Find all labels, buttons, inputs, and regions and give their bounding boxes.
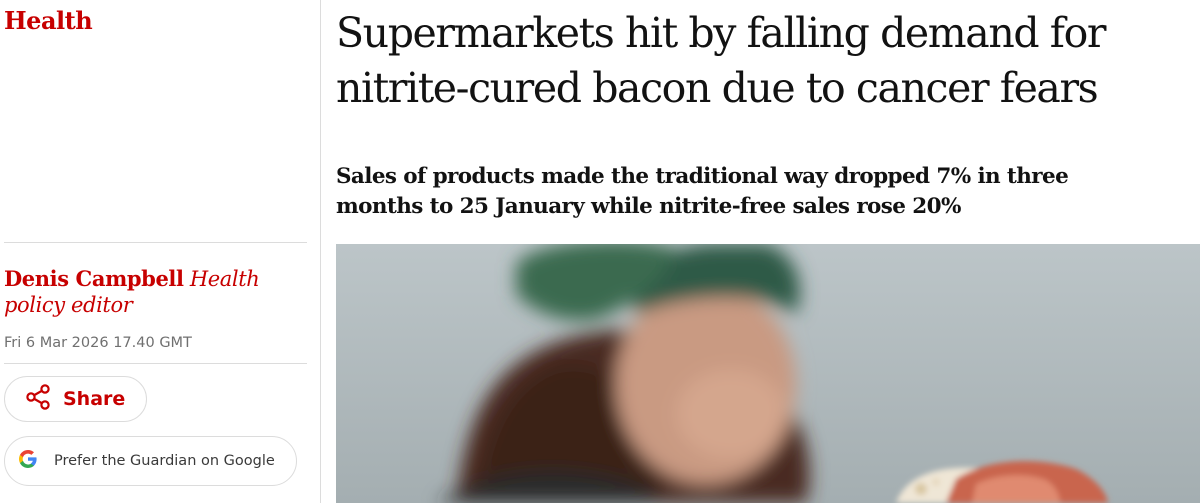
author-link[interactable]: Denis Campbell <box>4 266 184 291</box>
article-main-image <box>336 244 1200 503</box>
photo-illustration <box>336 244 1200 503</box>
google-preference-label: Prefer the Guardian on Google <box>54 453 275 469</box>
article-standfirst: Sales of products made the traditional w… <box>336 164 1069 219</box>
share-icon <box>25 383 51 415</box>
publish-date: Fri 6 Mar 2026 17.40 GMT <box>4 335 192 351</box>
share-button[interactable]: Share <box>4 376 147 422</box>
byline: Denis Campbell Health policy editor <box>4 266 304 318</box>
share-label: Share <box>63 388 126 410</box>
article-meta-column: Health Denis Campbell Health policy edit… <box>0 0 320 503</box>
google-g-icon <box>18 449 38 474</box>
article-headline: Supermarkets hit by falling demand for n… <box>336 9 1106 112</box>
section-label[interactable]: Health <box>4 6 93 35</box>
prefer-guardian-google-button[interactable]: Prefer the Guardian on Google <box>4 436 297 486</box>
column-divider <box>320 0 321 503</box>
divider <box>4 242 307 243</box>
divider <box>4 363 307 364</box>
